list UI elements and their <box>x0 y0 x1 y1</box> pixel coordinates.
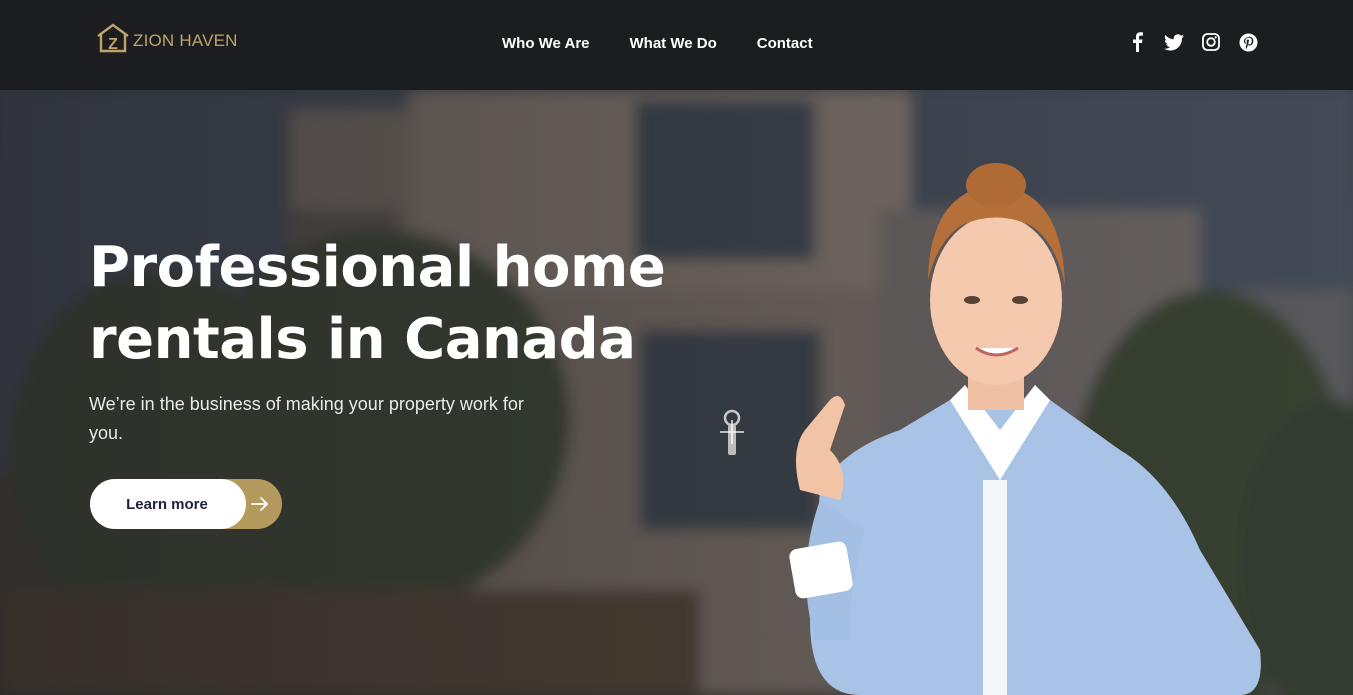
facebook-icon[interactable] <box>1127 32 1147 52</box>
hero-title: Professional home rentals in Canada <box>89 232 709 376</box>
learn-more-button[interactable]: Learn more <box>90 479 282 529</box>
hero-subtitle: We’re in the business of making your pro… <box>89 394 524 443</box>
hero-section: Professional home rentals in Canada We’r… <box>0 90 1353 695</box>
woman-holding-keys-image <box>720 163 1261 695</box>
logo[interactable]: Z ZION HAVEN <box>96 22 238 54</box>
logo-letter: Z <box>108 36 118 53</box>
arrow-right-icon <box>251 497 268 511</box>
instagram-icon[interactable] <box>1201 32 1221 52</box>
nav-who-we-are[interactable]: Who We Are <box>502 34 590 54</box>
nav-contact[interactable]: Contact <box>757 34 813 54</box>
main-nav: Who We Are What We Do Contact <box>502 34 853 54</box>
hero-title-line-2: rentals in Canada <box>89 307 636 372</box>
house-logo-icon: Z <box>97 23 129 53</box>
brand-name: ZION HAVEN <box>133 31 238 50</box>
learn-more-pill: Learn more <box>90 479 246 529</box>
social-links <box>1127 32 1258 52</box>
twitter-icon[interactable] <box>1164 32 1184 52</box>
learn-more-label: Learn more <box>126 495 208 513</box>
hero-title-line-1: Professional home <box>89 235 666 300</box>
pinterest-icon[interactable] <box>1238 32 1258 52</box>
site-header: Z ZION HAVEN Who We Are What We Do Conta… <box>0 0 1353 90</box>
nav-what-we-do[interactable]: What We Do <box>630 34 717 54</box>
